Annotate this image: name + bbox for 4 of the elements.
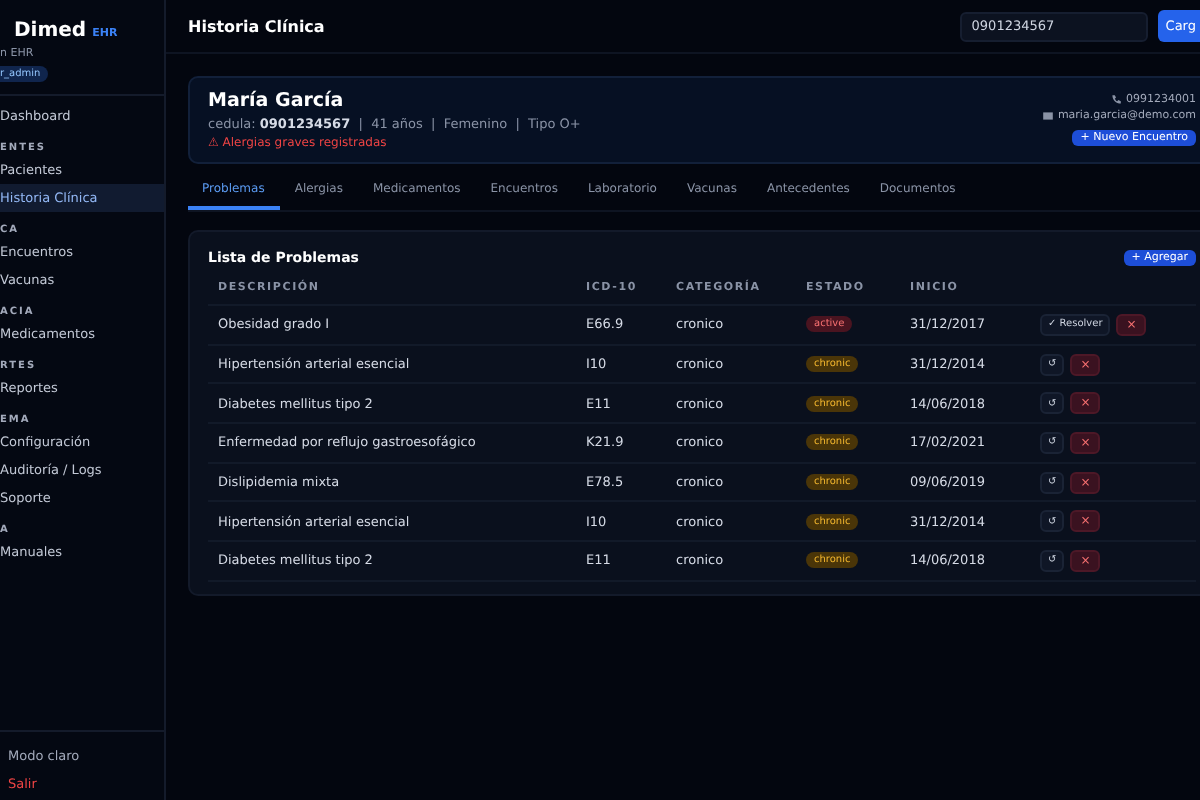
- page-title: Historia Clínica: [188, 17, 327, 35]
- phone-icon: [1110, 94, 1122, 106]
- patient-name: María García: [208, 90, 346, 112]
- brand-name: Dimed: [14, 20, 87, 42]
